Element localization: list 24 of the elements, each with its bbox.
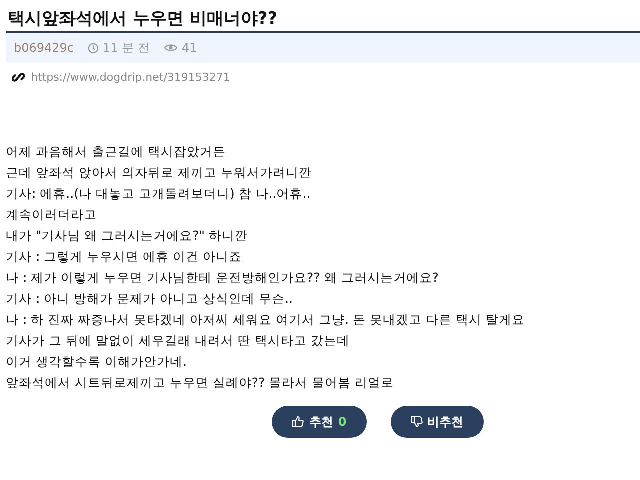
body-text: 어제 과음해서 출근길에 택시잡았거든 — [6, 143, 227, 161]
body-text: 근데 앞좌석 앉아서 의자뒤로 제끼고 누워서가려니깐 — [6, 164, 313, 182]
author-name[interactable]: b069429c — [14, 41, 74, 55]
body-text: 기사 : 그렇게 누우시면 에휴 이건 아니죠 — [6, 248, 244, 266]
body-text: 앞좌석에서 시트뒤로제끼고 누우면 실례야?? 몰라서 물어봄 리얼로 — [6, 374, 396, 392]
link-icon — [12, 71, 25, 84]
body-text: 이거 생각할수록 이해가안가네. — [6, 353, 188, 371]
body-text: 내가 "기사님 왜 그러시는거에요?" 하니깐 — [6, 227, 250, 245]
eye-icon — [164, 43, 178, 53]
thumbs-down-icon — [410, 416, 423, 428]
thumbs-up-icon — [292, 416, 304, 428]
clock-icon — [88, 42, 100, 54]
upvote-button[interactable]: 추천 0 — [272, 406, 367, 438]
body-text: 나 : 제가 이렇게 누우면 기사님한테 운전방해인가요?? 왜 그러시는거에요? — [6, 269, 440, 287]
post-time: 11 분 전 — [103, 40, 150, 56]
post-title: 택시앞좌석에서 누우면 비매너야?? — [7, 8, 279, 31]
body-text: 기사 : 아니 방해가 문제가 아니고 상식인데 무슨.. — [6, 290, 294, 308]
body-text: 나 : 하 진짜 짜증나서 못타겠네 아저씨 세워요 여기서 그냥. 돈 못내겠고 다른 택시 탈게요 — [6, 311, 526, 329]
view-count: 41 — [182, 41, 198, 55]
body-text: 기사: 에휴..(나 대놓고 고개돌려보더니) 참 나..어휴.. — [6, 185, 312, 203]
source-link[interactable]: https://www.dogdrip.net/319153271 — [31, 71, 230, 84]
body-text: 기사가 그 뒤에 말없이 세우길래 내려서 딴 택시타고 갔는데 — [6, 332, 351, 350]
body-text: 계속이러더라고 — [6, 206, 98, 224]
downvote-button[interactable]: 비추천 — [390, 406, 484, 438]
